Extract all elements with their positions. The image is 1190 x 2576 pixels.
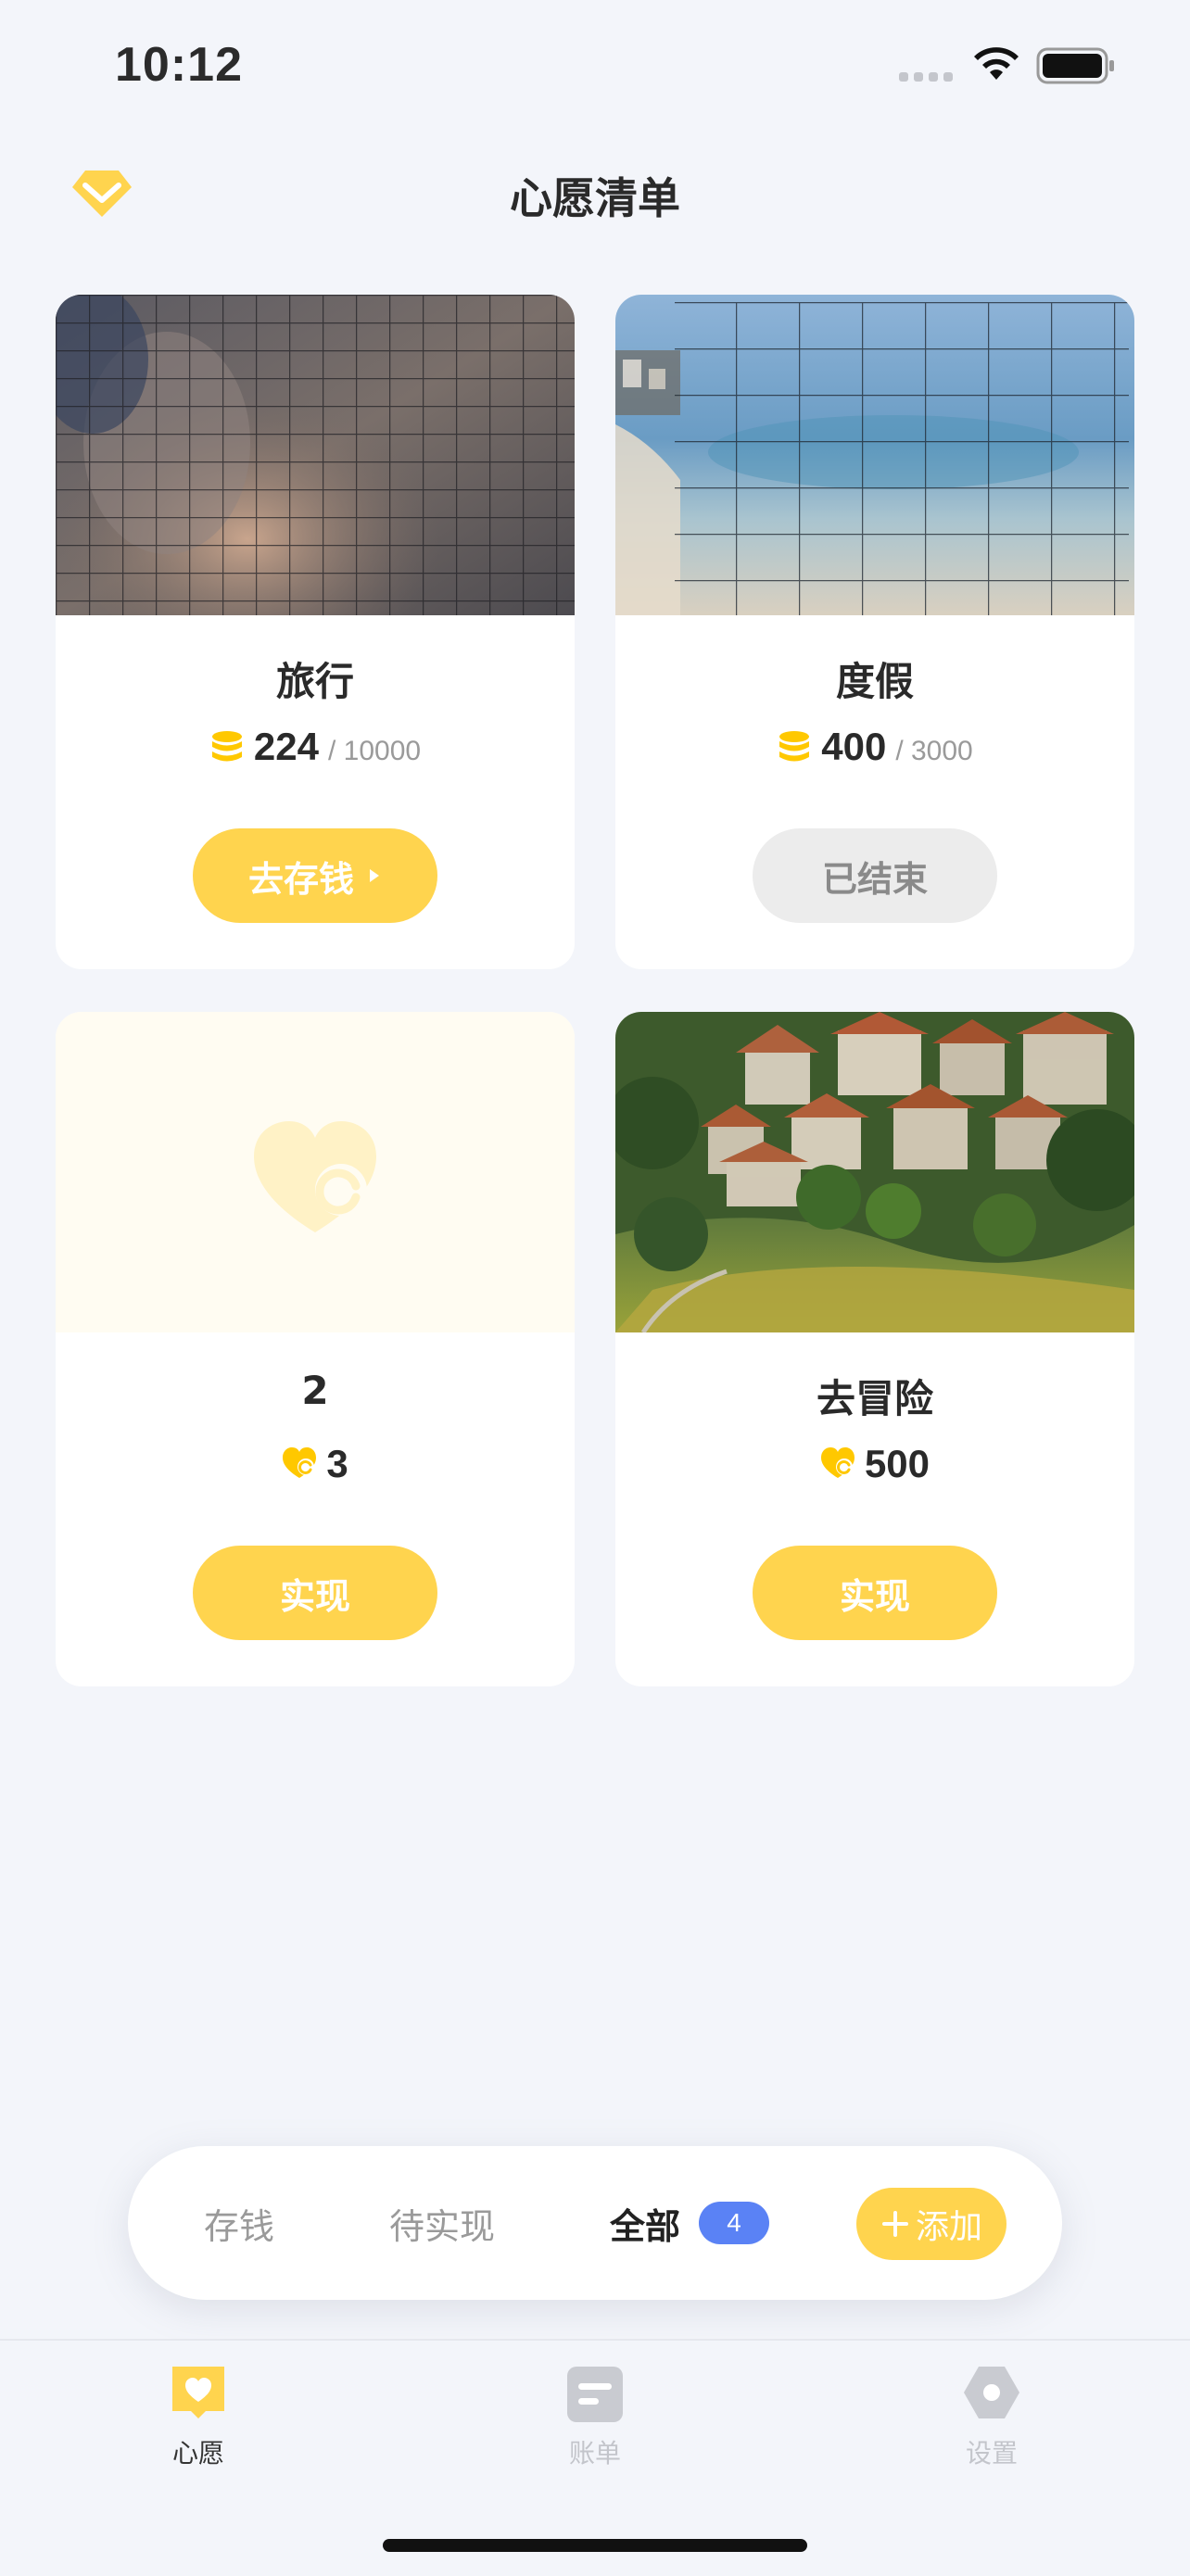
plus-icon (881, 2211, 908, 2237)
fulfill-button[interactable]: 实现 (753, 1546, 997, 1640)
amount-target: / 3000 (895, 736, 973, 766)
amount-value: 3 (326, 1442, 348, 1485)
tab-settings[interactable]: 设置 (899, 2363, 1084, 2470)
tab-label: 心愿 (171, 2438, 224, 2469)
count-badge: 4 (699, 2202, 769, 2244)
add-button[interactable]: 添加 (856, 2188, 1006, 2260)
save-money-button[interactable]: 去存钱 (193, 828, 437, 923)
tab-label: 设置 (965, 2438, 1018, 2469)
home-indicator[interactable] (383, 2539, 807, 2552)
battery-icon (1036, 47, 1114, 84)
status-time: 10:12 (115, 38, 243, 92)
wish-card-vacation[interactable]: 度假 400 / 3000 已结束 (615, 295, 1134, 969)
wish-icon (172, 2367, 224, 2418)
amount-value: 400 (821, 725, 887, 768)
wish-amount: 500 (615, 1442, 1134, 1486)
tab-wish[interactable]: 心愿 (106, 2363, 291, 2470)
wish-title: 2 (301, 1368, 329, 1413)
button-label: 实现 (839, 1575, 910, 1617)
play-icon (370, 869, 379, 882)
coin-stack-icon (211, 731, 242, 762)
filter-bar: 存钱 待实现 全部 4 添加 (128, 2146, 1062, 2300)
amount-value: 224 (253, 725, 319, 768)
wish-title: 去冒险 (816, 1376, 933, 1421)
filter-tab-all[interactable]: 全部 (610, 2198, 680, 2249)
wifi-icon (974, 47, 1019, 80)
tab-bill[interactable]: 账单 (502, 2363, 688, 2470)
wish-image (615, 1012, 1134, 1332)
filter-tab-saving[interactable]: 存钱 (204, 2198, 274, 2249)
wish-image (56, 295, 575, 615)
page-title: 心愿清单 (510, 173, 680, 223)
heart-placeholder-icon (254, 1121, 376, 1232)
bill-icon (567, 2367, 623, 2422)
wish-title: 度假 (835, 659, 914, 704)
wish-card-adventure[interactable]: 去冒险 500 实现 (615, 1012, 1134, 1686)
ended-button[interactable]: 已结束 (753, 828, 997, 923)
wish-image (615, 295, 1134, 615)
wish-amount: 400 / 3000 (615, 725, 1134, 769)
heart-coin-icon (820, 1447, 855, 1478)
add-button-label: 添加 (915, 2208, 982, 2246)
button-label: 实现 (279, 1575, 350, 1617)
wish-amount: 224 / 10000 (56, 725, 575, 769)
heart-coin-icon (283, 1447, 317, 1478)
fulfill-button[interactable]: 实现 (193, 1546, 437, 1640)
amount-target: / 10000 (327, 736, 422, 766)
button-label: 已结束 (821, 858, 928, 900)
amount-value: 500 (864, 1442, 930, 1485)
coin-stack-icon (779, 731, 810, 762)
button-label: 去存钱 (247, 858, 354, 900)
wish-image (56, 1012, 575, 1332)
wish-card-2[interactable]: 2 3 实现 (56, 1012, 575, 1686)
cellular-signal-icon (899, 72, 953, 82)
wish-amount: 3 (56, 1442, 575, 1486)
wish-title: 旅行 (275, 659, 354, 704)
status-bar: 10:12 (0, 0, 1190, 130)
header: 心愿清单 (0, 148, 1190, 241)
settings-icon (964, 2367, 1019, 2418)
tab-label: 账单 (568, 2438, 621, 2469)
filter-tab-pending[interactable]: 待实现 (389, 2198, 495, 2249)
wish-card-travel[interactable]: 旅行 224 / 10000 去存钱 (56, 295, 575, 969)
